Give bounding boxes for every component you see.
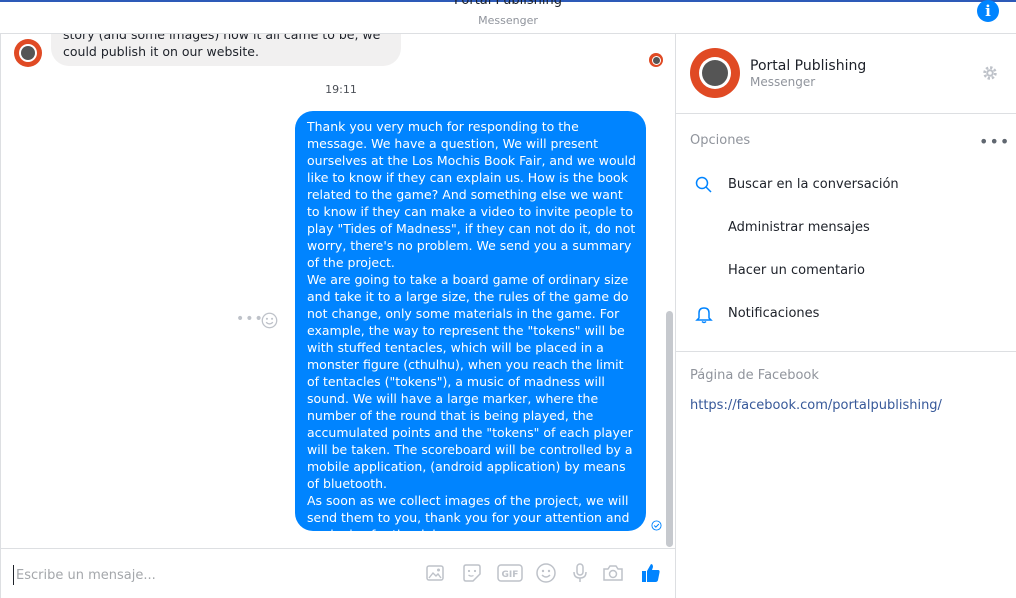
bell-icon <box>695 307 713 324</box>
react-emoji-icon[interactable] <box>261 312 278 329</box>
conversation-title: Portal Publishing <box>454 0 562 8</box>
conversation-header: Portal Publishing Messenger i <box>0 0 1016 34</box>
microphone-icon[interactable] <box>568 561 592 585</box>
divider <box>676 113 1016 114</box>
option-notifications[interactable]: Notificaciones <box>728 306 819 321</box>
photo-icon[interactable] <box>423 561 447 585</box>
camera-icon[interactable] <box>601 561 625 585</box>
emoji-icon[interactable] <box>534 561 558 585</box>
info-icon[interactable]: i <box>977 0 999 22</box>
sticker-icon[interactable] <box>460 561 484 585</box>
facebook-page-title: Página de Facebook <box>690 368 819 383</box>
message-input[interactable] <box>13 565 393 585</box>
option-search-conversation[interactable]: Buscar en la conversación <box>728 177 899 192</box>
like-icon[interactable] <box>639 561 663 585</box>
conversation-details-panel: Portal Publishing Messenger Opciones •••… <box>676 34 1016 598</box>
chat-scrollbar[interactable] <box>666 311 673 547</box>
gif-icon[interactable]: GIF <box>497 561 523 585</box>
conversation-subtitle: Messenger <box>478 14 538 27</box>
options-title: Opciones <box>690 133 751 148</box>
outgoing-message: Thank you very much for responding to th… <box>295 111 646 531</box>
more-actions-icon[interactable]: ••• <box>236 311 264 327</box>
divider <box>676 351 1016 352</box>
incoming-message: story (and some images) how it all came … <box>51 34 401 66</box>
svg-text:GIF: GIF <box>502 570 519 580</box>
message-timestamp: 19:11 <box>325 83 357 96</box>
option-manage-messages[interactable]: Administrar mensajes <box>728 220 870 235</box>
facebook-page-link[interactable]: https://facebook.com/portalpublishing/ <box>690 398 942 413</box>
options-more-icon[interactable]: ••• <box>979 132 1010 151</box>
sent-check-icon <box>651 520 662 531</box>
contact-subtitle: Messenger <box>750 75 816 89</box>
contact-profile-avatar[interactable] <box>690 48 740 98</box>
option-give-feedback[interactable]: Hacer un comentario <box>728 263 865 278</box>
search-icon <box>695 176 712 193</box>
message-thread[interactable]: story (and some images) how it all came … <box>0 34 676 549</box>
contact-name[interactable]: Portal Publishing <box>750 58 866 74</box>
read-receipt-avatar <box>649 53 663 67</box>
message-composer: GIF <box>0 548 676 598</box>
contact-avatar[interactable] <box>14 39 42 67</box>
gear-icon[interactable] <box>981 64 999 82</box>
